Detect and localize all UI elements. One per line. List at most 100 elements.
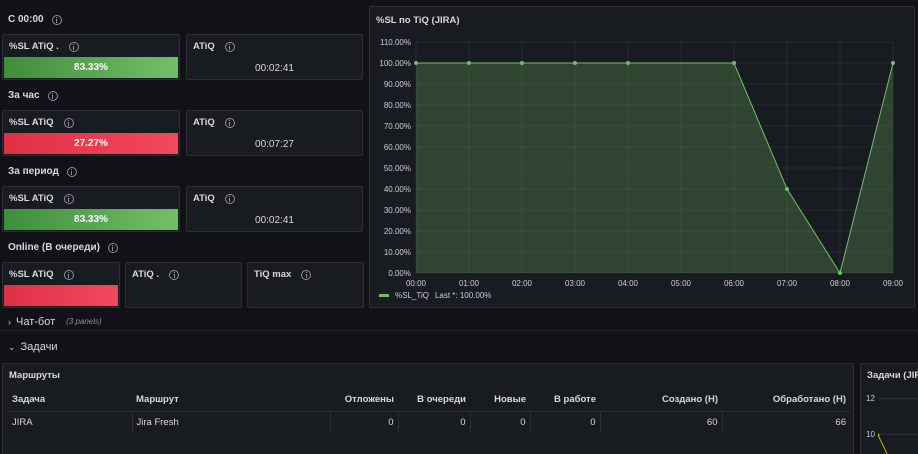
data-point [573,61,577,65]
info-icon[interactable] [63,269,74,280]
y-tick-label: 70.00% [384,122,411,131]
y-tick-label: 10.00% [384,248,411,257]
panel-title-text: ATiQ [193,193,215,204]
sl-atiq-panel-1[interactable]: %SL ATiQ . 83.33% [2,34,180,80]
tiq-max-panel[interactable]: TiQ max [247,262,364,308]
panel-title: ATiQ . [132,269,180,280]
atiq-value: 00:02:41 [255,215,294,226]
info-icon[interactable] [224,41,235,52]
sl-atiq-panel-3[interactable]: %SL ATiQ 83.33% [2,186,180,232]
section-label-text: За час [8,90,40,101]
info-icon[interactable] [224,117,235,128]
chart-legend[interactable]: %SL_TiQ Last *: 100.00% [379,291,491,300]
y-tick-label: 0.00% [388,269,411,278]
panel-title-text: ATiQ . [132,269,160,280]
info-icon[interactable] [301,269,312,280]
x-tick-label: 02:00 [512,279,533,288]
data-point [414,61,418,65]
data-point [891,61,895,65]
info-icon[interactable] [107,242,118,253]
y-axis-label: 10 [866,430,875,439]
section-label-online: Online (В очереди) [8,242,118,253]
column-header[interactable]: В работе [530,389,600,412]
panel-title: ATiQ [193,117,235,128]
routes-table: Задача Маршрут Отложены В очереди Новые … [8,389,850,433]
x-tick-label: 03:00 [565,279,586,288]
section-label-text: С 00:00 [8,14,44,25]
atiq-panel-3[interactable]: ATiQ 00:02:41 [186,186,363,232]
info-icon[interactable] [47,90,58,101]
table-cell: 0 [330,411,399,433]
table-cell: Jira Fresh [132,411,331,433]
info-icon[interactable] [224,193,235,204]
panel-title: ATiQ [193,193,235,204]
table-row[interactable]: JIRA Jira Fresh 0 0 0 0 60 66 [8,411,850,433]
column-header[interactable]: Задача [8,389,132,412]
info-icon[interactable] [66,166,77,177]
grid-line [880,398,918,399]
column-header[interactable]: Новые [470,389,530,412]
row-header-chatbot[interactable]: › Чат-бот (3 panels) [0,313,918,331]
atiq-panel-1[interactable]: ATiQ 00:02:41 [186,34,363,80]
atiq-panel-online[interactable]: ATiQ . [125,262,242,308]
table-cell: 0 [530,411,601,433]
section-label-hour: За час [8,90,58,101]
tasks-jira-panel[interactable]: Задачи (JIR 12 10 [860,363,918,454]
column-header[interactable]: В очереди [398,389,470,412]
info-icon[interactable] [63,117,74,128]
x-tick-label: 05:00 [671,279,692,288]
panel-title: %SL ATiQ [9,269,74,280]
y-tick-label: 80.00% [384,101,411,110]
column-header[interactable]: Обработано (Н) [722,389,850,412]
routes-title: Маршруты [9,370,60,381]
atiq-panel-2[interactable]: ATiQ 00:07:27 [186,110,363,156]
panel-title-text: %SL ATiQ [9,117,54,128]
x-tick-label: 04:00 [618,279,639,288]
data-point [467,61,471,65]
sl-bar: 83.33% [4,57,178,78]
info-icon[interactable] [51,14,62,25]
column-header[interactable]: Маршрут [132,389,330,412]
table-cell: 0 [398,411,471,433]
section-label-text: Online (В очереди) [8,242,100,253]
info-icon[interactable] [63,193,74,204]
routes-panel[interactable]: Маршруты Задача Маршрут Отложены В очере… [2,363,854,454]
table-cell: JIRA [8,411,133,433]
y-tick-label: 50.00% [384,164,411,173]
sl-tiq-chart-panel[interactable]: %SL по TiQ (JIRA) 0.00% 10.00% 20.00% 30.00… [369,6,915,308]
panel-title: %SL ATiQ [9,117,74,128]
sl-atiq-panel-2[interactable]: %SL ATiQ 27.27% [2,110,180,156]
column-header[interactable]: Создано (Н) [600,389,722,412]
sl-bar [4,285,118,306]
info-icon[interactable] [68,41,79,52]
x-tick-label: 07:00 [777,279,798,288]
y-tick-label: 100.00% [379,59,411,68]
table-cell: 0 [470,411,531,433]
row-header-tasks[interactable]: ⌄ Задачи [0,338,918,356]
y-tick-label: 30.00% [384,206,411,215]
x-tick-label: 09:00 [883,279,904,288]
atiq-value: 00:07:27 [255,139,294,150]
data-point [626,61,630,65]
info-icon[interactable] [169,269,180,280]
chevron-right-icon: › [8,316,11,327]
panel-title-text: ATiQ [193,117,215,128]
section-label-period: За период [8,166,77,177]
data-point [732,61,736,65]
sl-atiq-panel-online[interactable]: %SL ATiQ [2,262,120,308]
panel-title-text: %SL ATiQ . [9,41,59,52]
table-cell: 66 [835,416,846,428]
data-point [838,271,842,275]
section-label-text: За период [8,166,59,177]
y-tick-label: 20.00% [384,227,411,236]
table-cell: 60 [600,411,723,433]
panel-title: TiQ max [254,269,312,280]
column-header[interactable]: Отложены [330,389,398,412]
panel-title: %SL ATiQ [9,193,74,204]
legend-swatch [379,294,389,297]
row-panel-count: (3 panels) [66,317,102,326]
x-tick-label: 01:00 [459,279,480,288]
sl-tiq-chart: 0.00% 10.00% 20.00% 30.00% 40.00% 50.00% 60.00… [379,38,904,288]
panel-title-text: %SL ATiQ [9,269,54,280]
table-header-row: Задача Маршрут Отложены В очереди Новые … [8,389,850,412]
